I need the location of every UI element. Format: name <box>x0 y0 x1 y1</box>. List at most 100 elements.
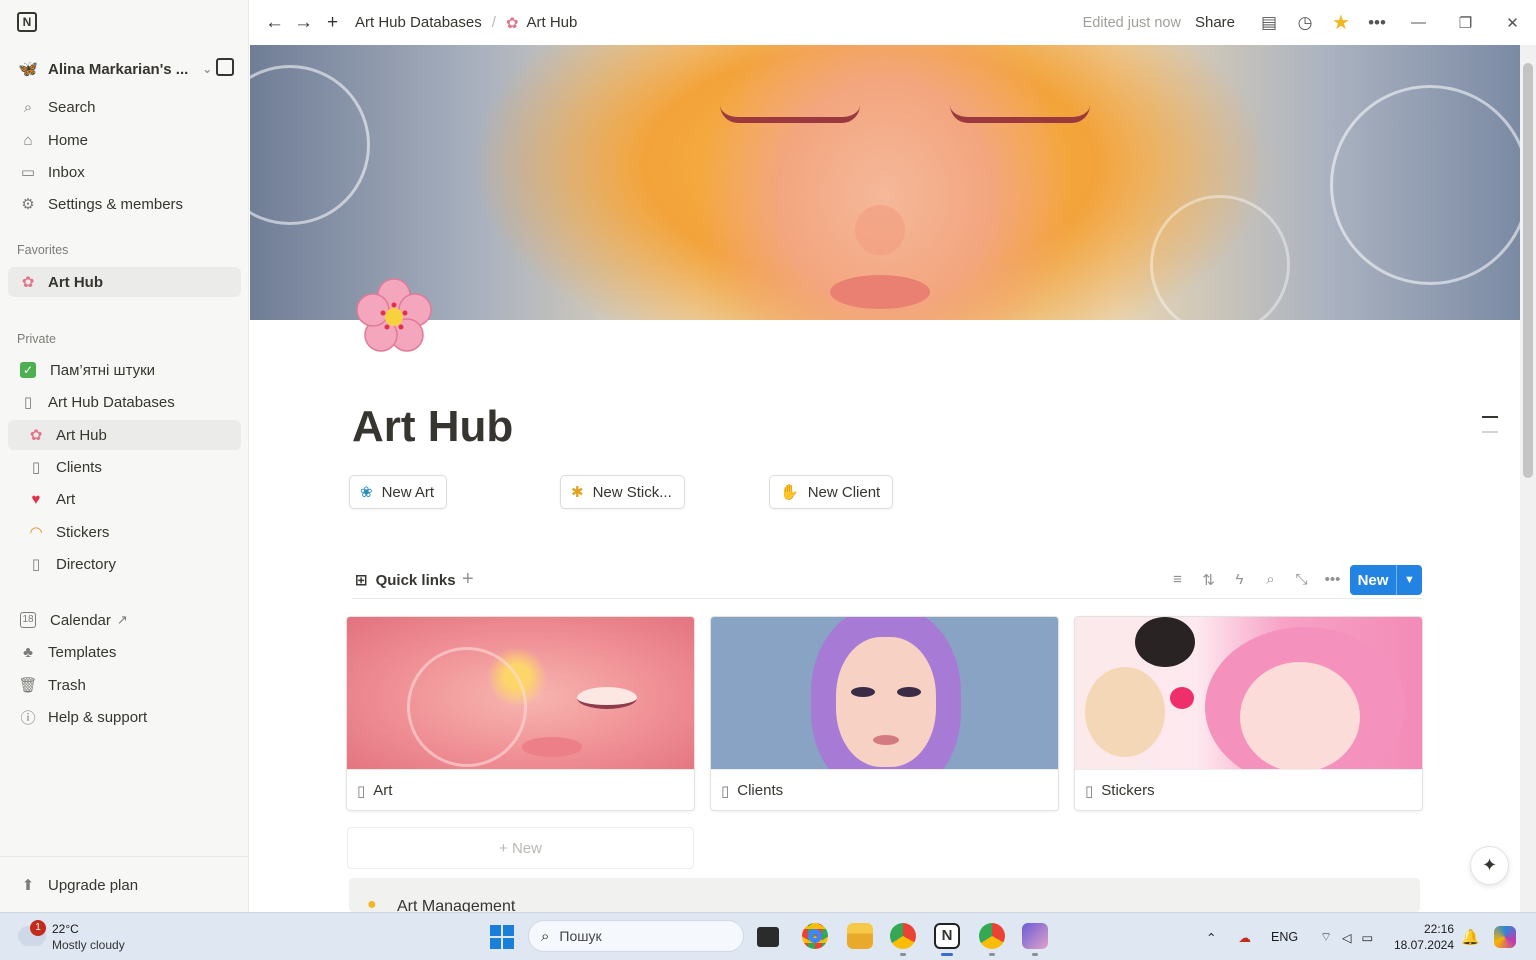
back-arrow-icon[interactable]: ← <box>260 12 289 34</box>
breadcrumb-current[interactable]: Art Hub <box>526 14 577 31</box>
button-label: New Client <box>807 483 881 501</box>
windows-start-icon[interactable] <box>490 925 514 949</box>
new-entry-button[interactable]: New ▼ <box>1350 565 1422 595</box>
chevron-down-icon[interactable]: ⌄ <box>202 62 212 76</box>
home-icon: ⌂ <box>23 131 33 149</box>
sidebar-footer <box>0 856 249 857</box>
sidebar-item-settings[interactable]: ⚙ Settings & members <box>8 189 241 219</box>
sidebar-item-directory[interactable]: ▯ Directory <box>8 549 241 579</box>
new-art-button[interactable]: ❀ New Art <box>349 475 448 509</box>
scrollbar-thumb[interactable] <box>1523 63 1533 478</box>
new-page-icon[interactable] <box>216 58 234 76</box>
inbox-icon: ▭ <box>20 164 36 181</box>
chevron-down-icon[interactable]: ▼ <box>1396 565 1422 595</box>
search-icon: ⌕ <box>23 98 33 116</box>
weather-widget[interactable]: 1 22°C Mostly cloudy <box>18 920 158 954</box>
sidebar-item-search[interactable]: ⌕ Search <box>8 92 241 122</box>
photos-app-icon[interactable] <box>1022 923 1048 949</box>
page-title[interactable]: Art Hub <box>352 402 513 452</box>
network-alert-icon[interactable]: ☁ <box>1238 930 1251 945</box>
page-icon: ▯ <box>721 782 730 800</box>
expand-icon[interactable]: ⤡ <box>1286 571 1317 589</box>
task-view-icon[interactable] <box>757 927 779 947</box>
sidebar-item-label: Art Hub <box>56 426 107 444</box>
more-icon[interactable]: ••• <box>1359 13 1395 33</box>
taskbar-search[interactable]: ⌕ Пошук <box>528 920 744 952</box>
sidebar-item-clients[interactable]: ▯ Clients <box>8 452 241 482</box>
sidebar-item-templates[interactable]: ♣ Templates <box>8 637 241 667</box>
sort-icon[interactable]: ⇅ <box>1193 571 1224 589</box>
search-icon[interactable]: ⌕ <box>1255 571 1286 589</box>
trash-icon: 🗑 <box>18 677 38 694</box>
card-cover-clients <box>711 617 1058 769</box>
filter-icon[interactable]: ≡ <box>1162 571 1193 589</box>
table-of-contents-indicator[interactable] <box>1482 431 1498 433</box>
favorites-header: Favorites <box>17 243 69 257</box>
chrome-profile-icon[interactable] <box>890 923 916 949</box>
callout-label: Art Management <box>397 898 516 912</box>
notion-logo-icon[interactable]: N <box>17 12 37 32</box>
sidebar-item-calendar[interactable]: 18 Calendar ↗ <box>8 605 241 635</box>
scrollbar[interactable] <box>1520 45 1536 912</box>
add-view-icon[interactable]: + <box>462 568 474 591</box>
gear-icon: ⚙ <box>21 196 35 213</box>
clock[interactable]: 22:16 18.07.2024 <box>1394 921 1454 953</box>
notification-bell-icon[interactable]: 🔔 <box>1461 928 1480 946</box>
automation-icon[interactable]: ϟ <box>1224 571 1255 589</box>
add-new-card-button[interactable]: + New <box>347 827 694 869</box>
close-icon[interactable]: ✕ <box>1489 14 1536 32</box>
sidebar-item-inbox[interactable]: ▭ Inbox <box>8 157 241 187</box>
upgrade-plan-button[interactable]: ⬆ Upgrade plan <box>8 870 241 900</box>
copilot-icon[interactable] <box>1494 926 1516 948</box>
sidebar-item-home[interactable]: ⌂ Home <box>8 125 241 155</box>
app-active-indicator <box>941 953 953 956</box>
chrome-icon[interactable] <box>802 923 828 949</box>
comment-icon[interactable]: ▤ <box>1251 13 1287 33</box>
sidebar-item-trash[interactable]: 🗑 Trash <box>8 670 241 700</box>
weather-desc: Mostly cloudy <box>52 938 125 952</box>
gallery-card-clients[interactable]: ▯ Clients <box>710 616 1059 811</box>
cover-lips <box>830 275 930 309</box>
share-button[interactable]: Share <box>1195 14 1235 31</box>
star-icon[interactable]: ★ <box>1323 10 1359 35</box>
forward-arrow-icon[interactable]: → <box>289 12 318 34</box>
sidebar-item-stickers[interactable]: ◠ Stickers <box>8 517 241 547</box>
ai-sparkle-button[interactable]: ✦ <box>1470 846 1509 885</box>
tab-quick-links[interactable]: ⊞ Quick links <box>355 571 456 590</box>
gallery-card-stickers[interactable]: ▯ Stickers <box>1074 616 1423 811</box>
chrome-profile-icon[interactable] <box>979 923 1005 949</box>
app-running-indicator <box>900 953 906 956</box>
history-icon[interactable]: ◷ <box>1287 13 1323 33</box>
more-icon[interactable]: ••• <box>1317 571 1348 589</box>
new-button-label: New <box>1357 571 1389 589</box>
heart-icon: ♥ <box>31 490 41 508</box>
file-explorer-icon[interactable] <box>847 923 873 949</box>
notion-taskbar-icon[interactable]: N <box>934 923 960 949</box>
sidebar-item-label: Art Hub Databases <box>48 393 175 411</box>
maximize-icon[interactable]: ❐ <box>1442 14 1489 32</box>
workspace-switcher[interactable]: 🦋 Alina Markarian's ... ⌄ <box>8 54 240 84</box>
tab-label: Quick links <box>375 571 456 589</box>
plus-icon[interactable]: + <box>318 12 347 34</box>
cherry-blossom-page-icon[interactable] <box>352 275 436 359</box>
new-sticker-button[interactable]: ✱ New Stick... <box>560 475 685 509</box>
new-client-button[interactable]: ✋ New Client <box>769 475 894 509</box>
gallery-card-art[interactable]: ▯ Art <box>346 616 695 811</box>
language-indicator[interactable]: ENG <box>1271 930 1298 944</box>
sidebar-item-art-hub[interactable]: ✿ Art Hub <box>8 420 241 450</box>
sidebar-item-pamyatni[interactable]: ✓ Пам’ятні штуки <box>8 355 241 385</box>
checkbox-icon: ✓ <box>20 362 36 378</box>
table-of-contents-indicator[interactable] <box>1482 416 1498 418</box>
minimize-icon[interactable]: — <box>1395 14 1442 31</box>
breadcrumb-parent[interactable]: Art Hub Databases <box>355 14 482 31</box>
battery-icon[interactable]: ▭ <box>1361 930 1373 945</box>
private-header: Private <box>17 332 56 346</box>
sidebar-item-help[interactable]: ⓘ Help & support <box>8 702 241 732</box>
wifi-icon[interactable]: ⌔ <box>1320 929 1332 945</box>
sidebar-item-favorite-art-hub[interactable]: ✿ Art Hub <box>8 267 241 297</box>
callout-art-management[interactable]: ● Art Management <box>349 878 1420 912</box>
chevron-up-icon[interactable]: ⌃ <box>1206 930 1216 945</box>
sidebar-item-art[interactable]: ♥ Art <box>8 484 241 514</box>
volume-icon[interactable]: ◁ <box>1342 930 1352 945</box>
sidebar-item-art-hub-databases[interactable]: ▯ Art Hub Databases <box>8 387 241 417</box>
